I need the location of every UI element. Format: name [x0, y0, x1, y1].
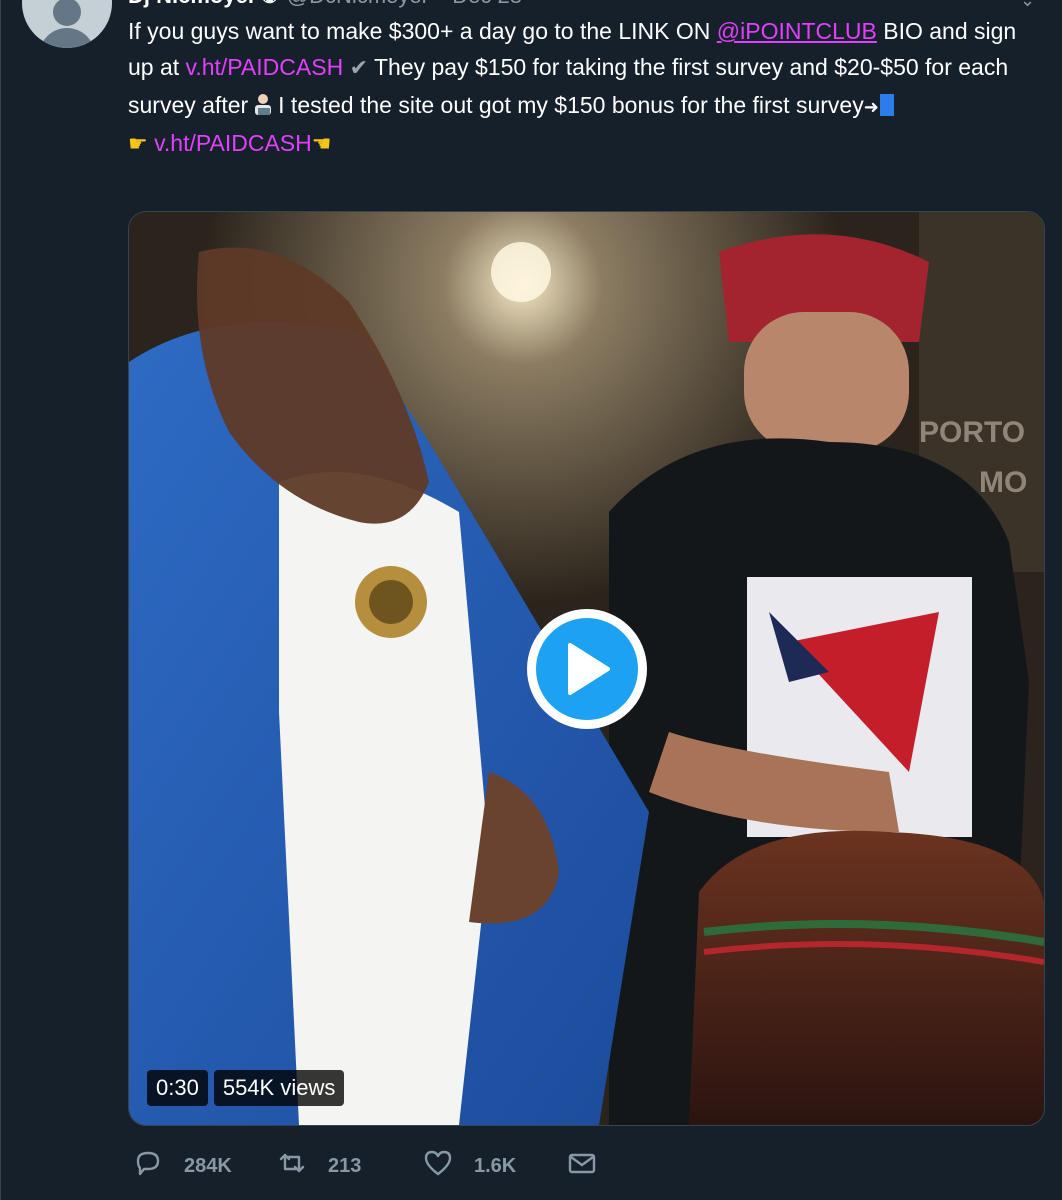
reply-count: 284K	[184, 1154, 232, 1177]
video-player[interactable]: PORTO MO 0:30 554K views	[128, 211, 1045, 1126]
technologist-icon	[248, 92, 278, 118]
tweet-date[interactable]: Dec 28	[452, 0, 522, 8]
mention-link[interactable]: @iPOINTCLUB	[717, 18, 877, 44]
reply-icon	[132, 1147, 164, 1185]
tweet-header: Dj Nicmoyer ✪ @DcNicmoyer · Dec 28	[128, 0, 522, 8]
author-handle[interactable]: @DcNicmoyer	[287, 0, 429, 8]
retweet-button[interactable]: 213	[276, 1147, 361, 1185]
retweet-icon	[276, 1147, 308, 1185]
default-avatar-body	[39, 28, 95, 48]
tweet-text-part: If you guys want to make $300+ a day go …	[128, 18, 717, 44]
default-avatar-head	[53, 0, 81, 26]
pointing-left-hand-icon: ☚	[311, 132, 332, 157]
video-duration: 0:30	[147, 1070, 208, 1106]
tweet-text: If you guys want to make $300+ a day go …	[128, 13, 1043, 163]
heavy-check-mark-icon: ✔	[349, 56, 369, 81]
url-link[interactable]: v.ht/PAIDCASH	[154, 130, 312, 156]
tweet-actions: 284K 213 1.6K	[128, 1147, 1043, 1187]
play-button[interactable]	[527, 609, 647, 729]
heart-icon	[422, 1147, 454, 1185]
like-button[interactable]: 1.6K	[422, 1147, 516, 1185]
video-view-count: 554K views	[213, 1070, 345, 1106]
separator-dot: ·	[437, 0, 444, 8]
pointing-right-hand-icon: ☛	[128, 132, 148, 157]
chevron-down-icon[interactable]: ⌄	[1020, 0, 1035, 11]
direct-message-button[interactable]	[566, 1147, 598, 1185]
envelope-icon	[566, 1147, 598, 1185]
author-name[interactable]: Dj Nicmoyer	[128, 0, 256, 8]
play-icon	[536, 618, 638, 720]
reply-button[interactable]: 284K	[132, 1147, 232, 1185]
url-link[interactable]: v.ht/PAIDCASH	[186, 54, 344, 80]
retweet-count: 213	[328, 1154, 362, 1177]
verified-icon: ✪	[260, 0, 278, 8]
tweet-text-part: I tested the site out got my $150 bonus …	[278, 92, 864, 118]
like-count: 1.6K	[474, 1154, 517, 1177]
svg-text:MO: MO	[979, 466, 1027, 499]
column-divider	[0, 0, 1, 1200]
video-info-overlay: 0:30 554K views	[147, 1070, 345, 1106]
avatar[interactable]	[22, 0, 112, 48]
svg-text:PORTO: PORTO	[919, 416, 1025, 449]
right-arrow-icon: ➜	[864, 92, 894, 118]
